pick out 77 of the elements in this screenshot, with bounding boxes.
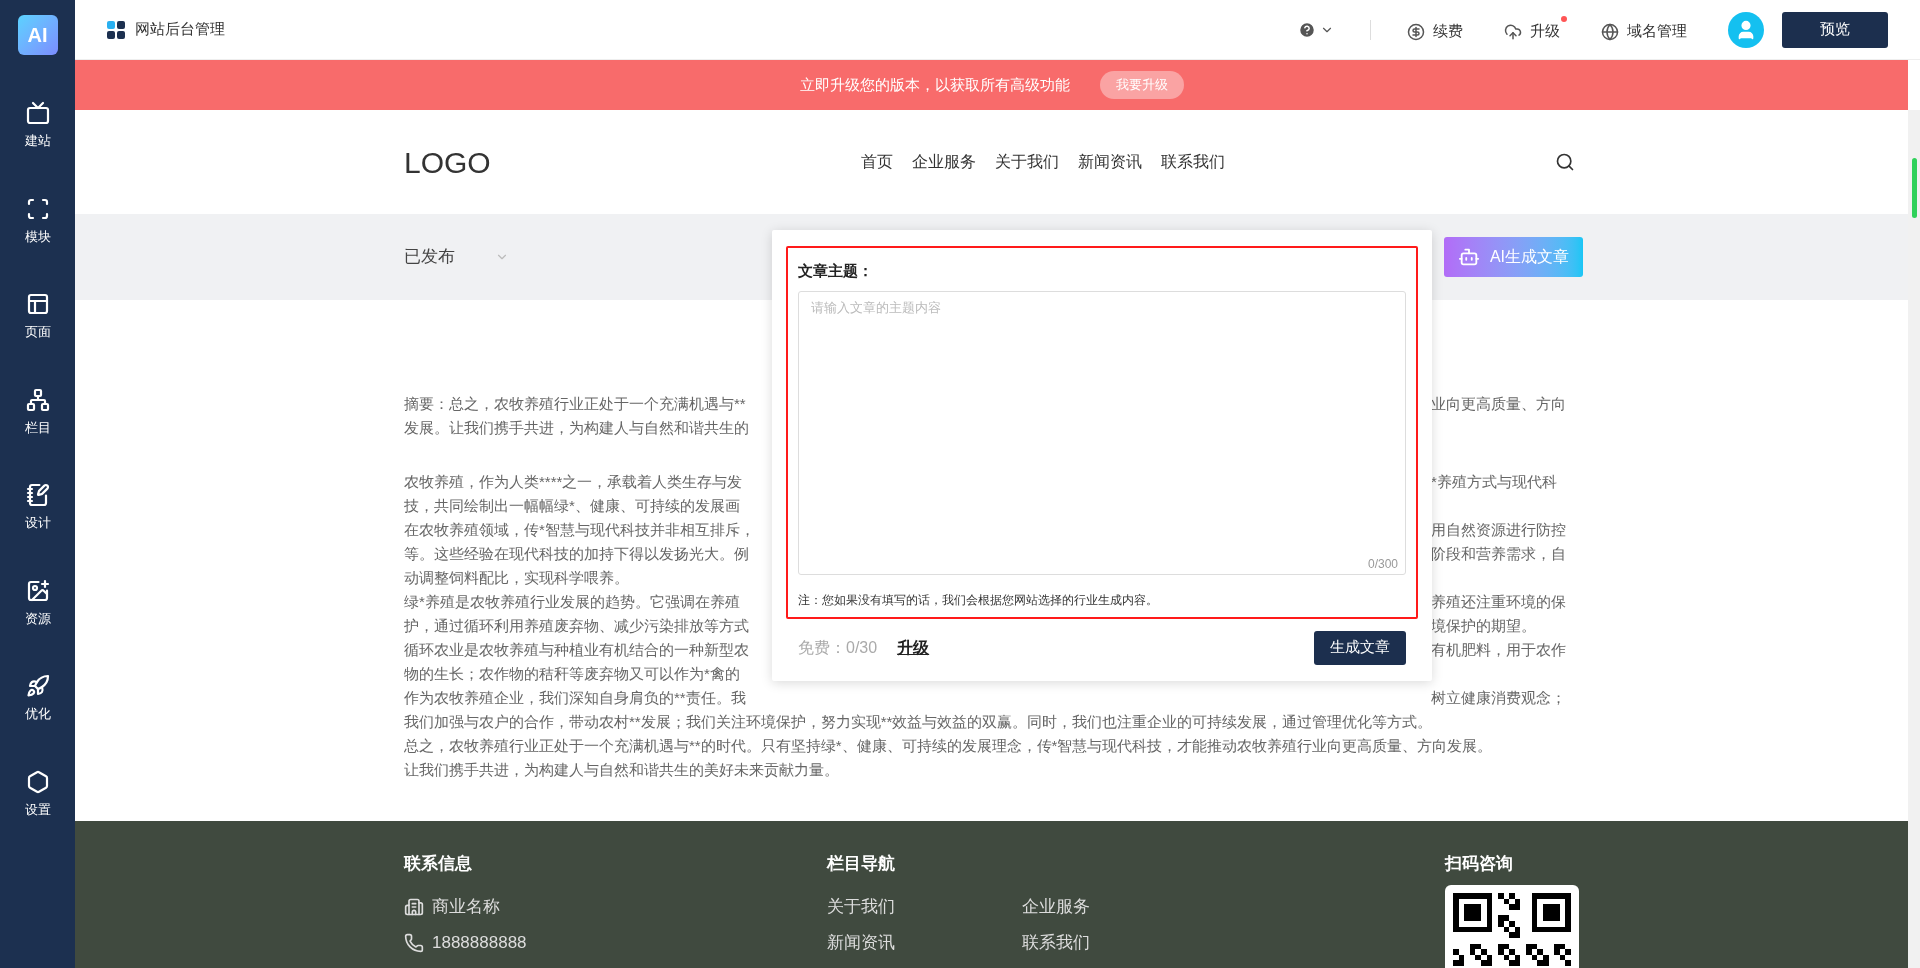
coin-icon — [1407, 22, 1425, 41]
upgrade-link[interactable]: 升级 — [897, 635, 930, 660]
field-label: 文章主题： — [798, 261, 874, 281]
article-text: 在农牧养殖领域，传*智慧与现代科技并非相互排斥， — [404, 519, 756, 540]
article-text: *养殖方式与现代科 — [1431, 471, 1558, 492]
article-text: 阶段和营养需求，自 — [1431, 543, 1567, 564]
quota-text: 免费：0/30 — [798, 637, 878, 658]
nav-link[interactable]: 企业服务 — [911, 150, 976, 174]
contact-text: 1888888888 — [432, 931, 527, 954]
sidebar-item[interactable]: 建站 — [24, 101, 51, 151]
article-text: 动调整饲料配比，实现科学喂养。 — [404, 567, 629, 588]
footer-link[interactable]: 关于我们 — [827, 888, 1023, 925]
grid-icon — [107, 20, 125, 39]
layout-icon — [25, 292, 50, 316]
rocket-icon — [25, 674, 50, 698]
nav-link[interactable]: 首页 — [860, 150, 893, 174]
article-text: 让我们携手共进，为构建人与自然和谐共生的美好未来贡献力量。 — [404, 759, 839, 780]
nav-link[interactable]: 关于我们 — [994, 150, 1059, 174]
toolbar-action[interactable]: 续费 — [1407, 16, 1463, 43]
globe-icon — [1601, 22, 1619, 41]
article-text: 循环农业是农牧养殖与种植业有机结合的一种新型农 — [404, 639, 750, 660]
sidebar-item[interactable]: 页面 — [24, 292, 51, 342]
hexagon-icon — [25, 769, 50, 794]
article-text: 发展。让我们携手共进，为构建人与自然和谐共生的 — [404, 417, 750, 438]
article-text: 树立健康消费观念； — [1431, 687, 1567, 708]
article-text: 技，共同绘制出一幅幅绿*、健康、可持续的发展画 — [404, 495, 741, 516]
footer-heading: 扫码咨询 — [1445, 853, 1514, 875]
article-text: 作为农牧养殖企业，我们深知自身肩负的**责任。我 — [404, 687, 747, 708]
frame-icon — [25, 196, 50, 221]
article-text: 等。这些经验在现代科技的加持下得以发扬光大。例 — [404, 543, 750, 564]
note-text: 注：您如果没有填写的话，我们会根据您网站选择的行业生成内容。 — [798, 591, 1159, 609]
banner-text: 立即升级您的版本，以获取所有高级功能 — [799, 74, 1070, 95]
article-text: 摘要：总之，农牧养殖行业正处于一个充满机遇与** — [404, 393, 747, 414]
generate-button[interactable]: 生成文章 — [1314, 630, 1406, 665]
sidebar-item[interactable]: 优化 — [24, 674, 51, 724]
building-icon — [404, 896, 424, 917]
footer-link[interactable]: 联系我们 — [1022, 924, 1218, 961]
sidebar-item[interactable]: 资源 — [24, 578, 51, 628]
sidebar-item[interactable]: 设计 — [24, 483, 51, 533]
sidebar-item[interactable]: 模块 — [24, 196, 51, 246]
tv-icon — [25, 101, 50, 125]
article-text: 用自然资源进行防控 — [1431, 519, 1567, 540]
char-counter: 0/300 — [1367, 555, 1398, 573]
help-icon — [1298, 20, 1316, 39]
nav-link[interactable]: 新闻资讯 — [1077, 150, 1142, 174]
article-text: 物的生长；农作物的秸秆等废弃物又可以作为*禽的 — [404, 663, 741, 684]
phone-icon — [404, 932, 424, 953]
footer-link[interactable]: 新闻资讯 — [827, 924, 1023, 961]
image-icon — [25, 578, 50, 603]
app-title: 网站后台管理 — [135, 19, 225, 40]
article-text: 养殖还注重环境的保 — [1431, 591, 1567, 612]
article-text: 业向更高质量、方向 — [1431, 393, 1567, 414]
footer-heading: 联系信息 — [404, 853, 473, 875]
nav-link[interactable]: 联系我们 — [1160, 150, 1225, 174]
status-dropdown[interactable]: 已发布 — [404, 244, 509, 270]
sidebar-item[interactable]: 栏目 — [24, 387, 51, 437]
article-text: 总之，农牧养殖行业正处于一个充满机遇与**的时代。只有坚持绿*、健康、可持续的发展理念，传*智慧与现代科技，才能推动农牧养殖行业向更高质量、方向发展。 — [404, 735, 1493, 756]
robot-icon — [1457, 246, 1480, 268]
article-text: 护，通过循环利用养殖废弃物、减少污染排放等方式 — [404, 615, 750, 636]
toolbar-action[interactable]: 域名管理 — [1601, 16, 1687, 43]
notebook-icon — [25, 483, 50, 507]
article-text: 我们加强与农户的合作，带动农村**发展；我们关注环境保护，努力实现**效益与效益的双赢。同时，我们也注重企业的可持续发展，通过管理优化等方式。 — [404, 711, 1433, 732]
footer-heading: 栏目导航 — [827, 853, 897, 875]
sidebar-item[interactable]: 设置 — [24, 769, 51, 819]
article-text: 境保护的期望。 — [1431, 615, 1537, 636]
toolbar-action[interactable]: 升级 — [1504, 16, 1560, 43]
cloud-upload-icon — [1504, 22, 1522, 41]
footer-link[interactable]: 企业服务 — [1022, 888, 1218, 925]
site-logo: LOGO — [404, 144, 491, 181]
hierarchy-icon — [25, 387, 50, 412]
search-icon[interactable] — [1555, 152, 1575, 172]
help-menu[interactable] — [1298, 20, 1334, 39]
article-text: 绿*养殖是农牧养殖行业发展的趋势。它强调在养殖 — [404, 591, 741, 612]
article-text: 农牧养殖，作为人类****之一，承载着人类生存与发 — [404, 471, 744, 492]
preview-button[interactable]: 预览 — [1782, 11, 1888, 48]
contact-text: 商业名称 — [432, 895, 500, 918]
article-text: 有机肥料，用于农作 — [1431, 639, 1567, 660]
